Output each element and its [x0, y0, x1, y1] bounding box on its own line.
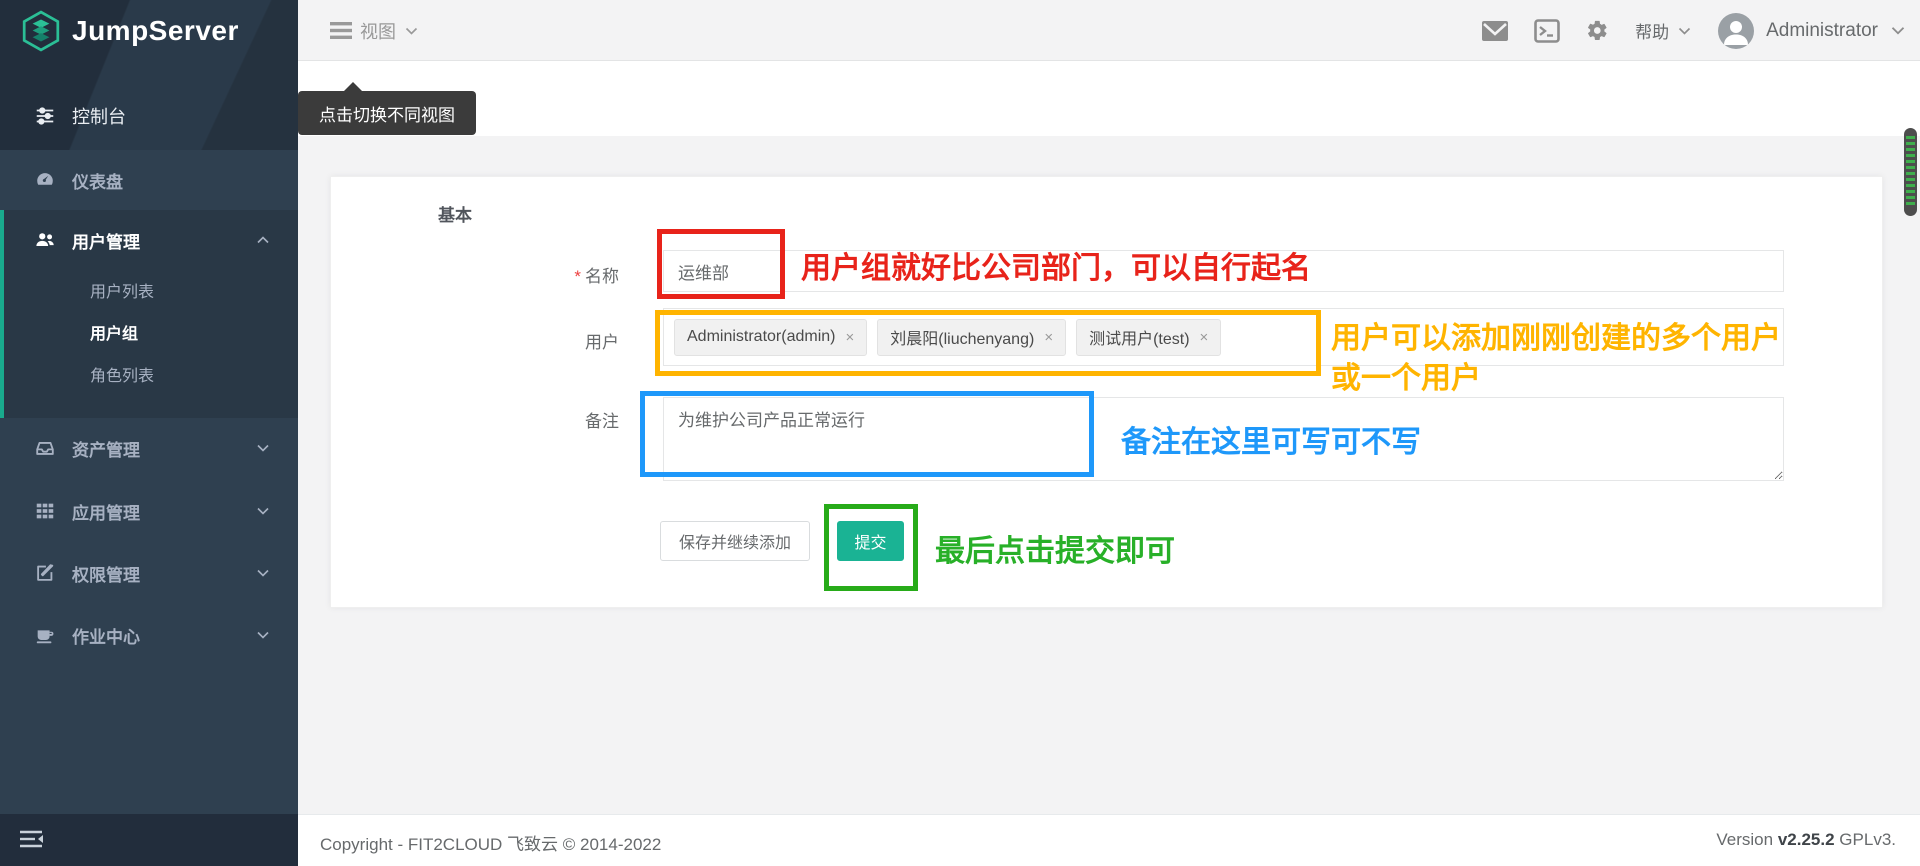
user-tag[interactable]: 测试用户(test) ×: [1076, 318, 1222, 356]
chevron-up-icon: [257, 236, 269, 244]
terminal-icon: [1534, 18, 1560, 43]
comment-field-label: 备注: [585, 412, 619, 431]
collapse-sidebar-button[interactable]: [18, 828, 48, 852]
user-menu-dropdown[interactable]: Administrator: [1718, 12, 1906, 49]
view-switch-tooltip: 点击切换不同视图: [298, 82, 476, 135]
chevron-down-icon: [1891, 27, 1905, 35]
sidebar-item-console[interactable]: 控制台: [0, 95, 298, 137]
username-label: Administrator: [1766, 19, 1878, 41]
settings-button[interactable]: [1586, 19, 1609, 42]
jumpserver-logo-icon: [22, 10, 60, 52]
chevron-down-icon: [257, 507, 269, 515]
view-switch-dropdown[interactable]: 视图: [330, 0, 419, 61]
user-tag[interactable]: 刘晨阳(liuchenyang) ×: [877, 318, 1067, 356]
sidebar-item-label: 应用管理: [72, 503, 140, 523]
name-input[interactable]: [663, 250, 1784, 292]
version-number: v2.25.2: [1777, 830, 1835, 849]
grid-icon: [36, 503, 54, 519]
topbar: 视图 帮助 Administrator: [298, 0, 1920, 61]
sidebar-item-role-list[interactable]: 角色列表: [4, 356, 298, 398]
required-asterisk: *: [574, 267, 581, 286]
sidebar-item-label: 权限管理: [72, 565, 140, 585]
sidebar-header: JumpServer 控制台: [0, 0, 298, 150]
copyright-text: Copyright - FIT2CLOUD 飞致云 © 2014-2022: [320, 835, 662, 854]
gear-icon: [1588, 20, 1607, 40]
users-field-label: 用户: [585, 333, 619, 352]
web-terminal-button[interactable]: [1534, 18, 1560, 43]
user-group-form-card: 基本 *名称 用户 Administrator(admin) × 刘晨阳(liu…: [330, 176, 1883, 608]
remove-tag-icon[interactable]: ×: [845, 329, 854, 346]
remove-tag-icon[interactable]: ×: [1200, 329, 1209, 346]
sidebar-item-user-management[interactable]: 用户管理: [0, 210, 298, 270]
avatar: [1718, 12, 1755, 49]
chevron-down-icon: [405, 27, 418, 35]
person-icon: [1724, 20, 1749, 45]
save-and-continue-button[interactable]: 保存并继续添加: [660, 521, 811, 561]
app-window: JumpServer 控制台 仪表盘 用户管理 用户列表 用户组 角色列表 资产…: [0, 0, 1920, 866]
sidebar-item-label: 仪表盘: [72, 172, 123, 192]
help-label: 帮助: [1635, 23, 1670, 42]
users-icon: [36, 233, 54, 246]
topbar-actions: 帮助 Administrator: [1482, 0, 1906, 61]
chevron-down-icon: [257, 444, 269, 452]
edit-icon: [37, 564, 54, 581]
sidebar-footer: [0, 814, 298, 866]
footer: Copyright - FIT2CLOUD 飞致云 © 2014-2022 Ve…: [298, 814, 1920, 866]
chevron-down-icon: [257, 569, 269, 577]
chevron-down-icon: [1678, 27, 1691, 35]
collapse-menu-icon: [20, 830, 43, 848]
inbox-icon: [36, 442, 54, 455]
sidebar-item-label: 资产管理: [72, 440, 140, 460]
sidebar-item-asset-management[interactable]: 资产管理: [0, 418, 298, 478]
annotation-text-submit: 最后点击提交即可: [935, 535, 1175, 568]
sidebar-item-label: 作业中心: [72, 627, 140, 647]
scrollbar-stripes: [1906, 136, 1915, 208]
hamburger-icon: [330, 22, 352, 39]
sidebar-item-label: 控制台: [72, 107, 126, 127]
help-dropdown[interactable]: 帮助: [1635, 18, 1692, 43]
user-tag-label: Administrator(admin): [687, 328, 836, 345]
view-switch-label: 视图: [360, 21, 396, 42]
sidebar-group-user-management: 用户管理 用户列表 用户组 角色列表: [0, 210, 298, 418]
submit-button[interactable]: 提交: [837, 521, 904, 561]
tooltip-text: 点击切换不同视图: [319, 105, 455, 125]
comment-textarea[interactable]: 为维护公司产品正常运行: [663, 397, 1784, 481]
users-multiselect[interactable]: Administrator(admin) × 刘晨阳(liuchenyang) …: [663, 308, 1784, 366]
sidebar-item-permission-management[interactable]: 权限管理: [0, 543, 298, 603]
sidebar-item-user-list[interactable]: 用户列表: [4, 272, 298, 314]
logo-text: JumpServer: [72, 15, 239, 46]
jumpserver-logo[interactable]: JumpServer: [20, 10, 239, 52]
sidebar-item-dashboard[interactable]: 仪表盘: [0, 150, 298, 210]
user-tag-label: 测试用户(test): [1089, 331, 1190, 348]
form-section-title: 基本: [438, 206, 472, 225]
version-text: Version v2.25.2 GPLv3.: [1716, 830, 1896, 849]
vertical-scrollbar-thumb[interactable]: [1904, 128, 1917, 216]
user-tag[interactable]: Administrator(admin) ×: [674, 318, 868, 356]
mail-icon: [1482, 20, 1509, 41]
page-header-strip: [298, 61, 1920, 136]
dashboard-gauge-icon: [37, 173, 53, 185]
name-field-label: * 名称: [574, 267, 619, 286]
user-tag-label: 刘晨阳(liuchenyang): [890, 331, 1035, 348]
sidebar: JumpServer 控制台 仪表盘 用户管理 用户列表 用户组 角色列表 资产…: [0, 0, 298, 866]
sidebar-item-label: 用户管理: [72, 232, 140, 252]
sidebar-item-user-group[interactable]: 用户组: [4, 314, 298, 356]
chevron-down-icon: [257, 631, 269, 639]
sliders-icon: [36, 107, 54, 125]
sidebar-item-label: 用户列表: [90, 284, 155, 301]
messages-button[interactable]: [1482, 20, 1509, 41]
sidebar-item-label: 角色列表: [90, 368, 155, 385]
sidebar-item-label: 用户组: [90, 326, 139, 343]
coffee-icon: [36, 630, 54, 644]
sidebar-item-job-center[interactable]: 作业中心: [0, 605, 298, 665]
remove-tag-icon[interactable]: ×: [1044, 329, 1053, 346]
sidebar-item-app-management[interactable]: 应用管理: [0, 481, 298, 541]
